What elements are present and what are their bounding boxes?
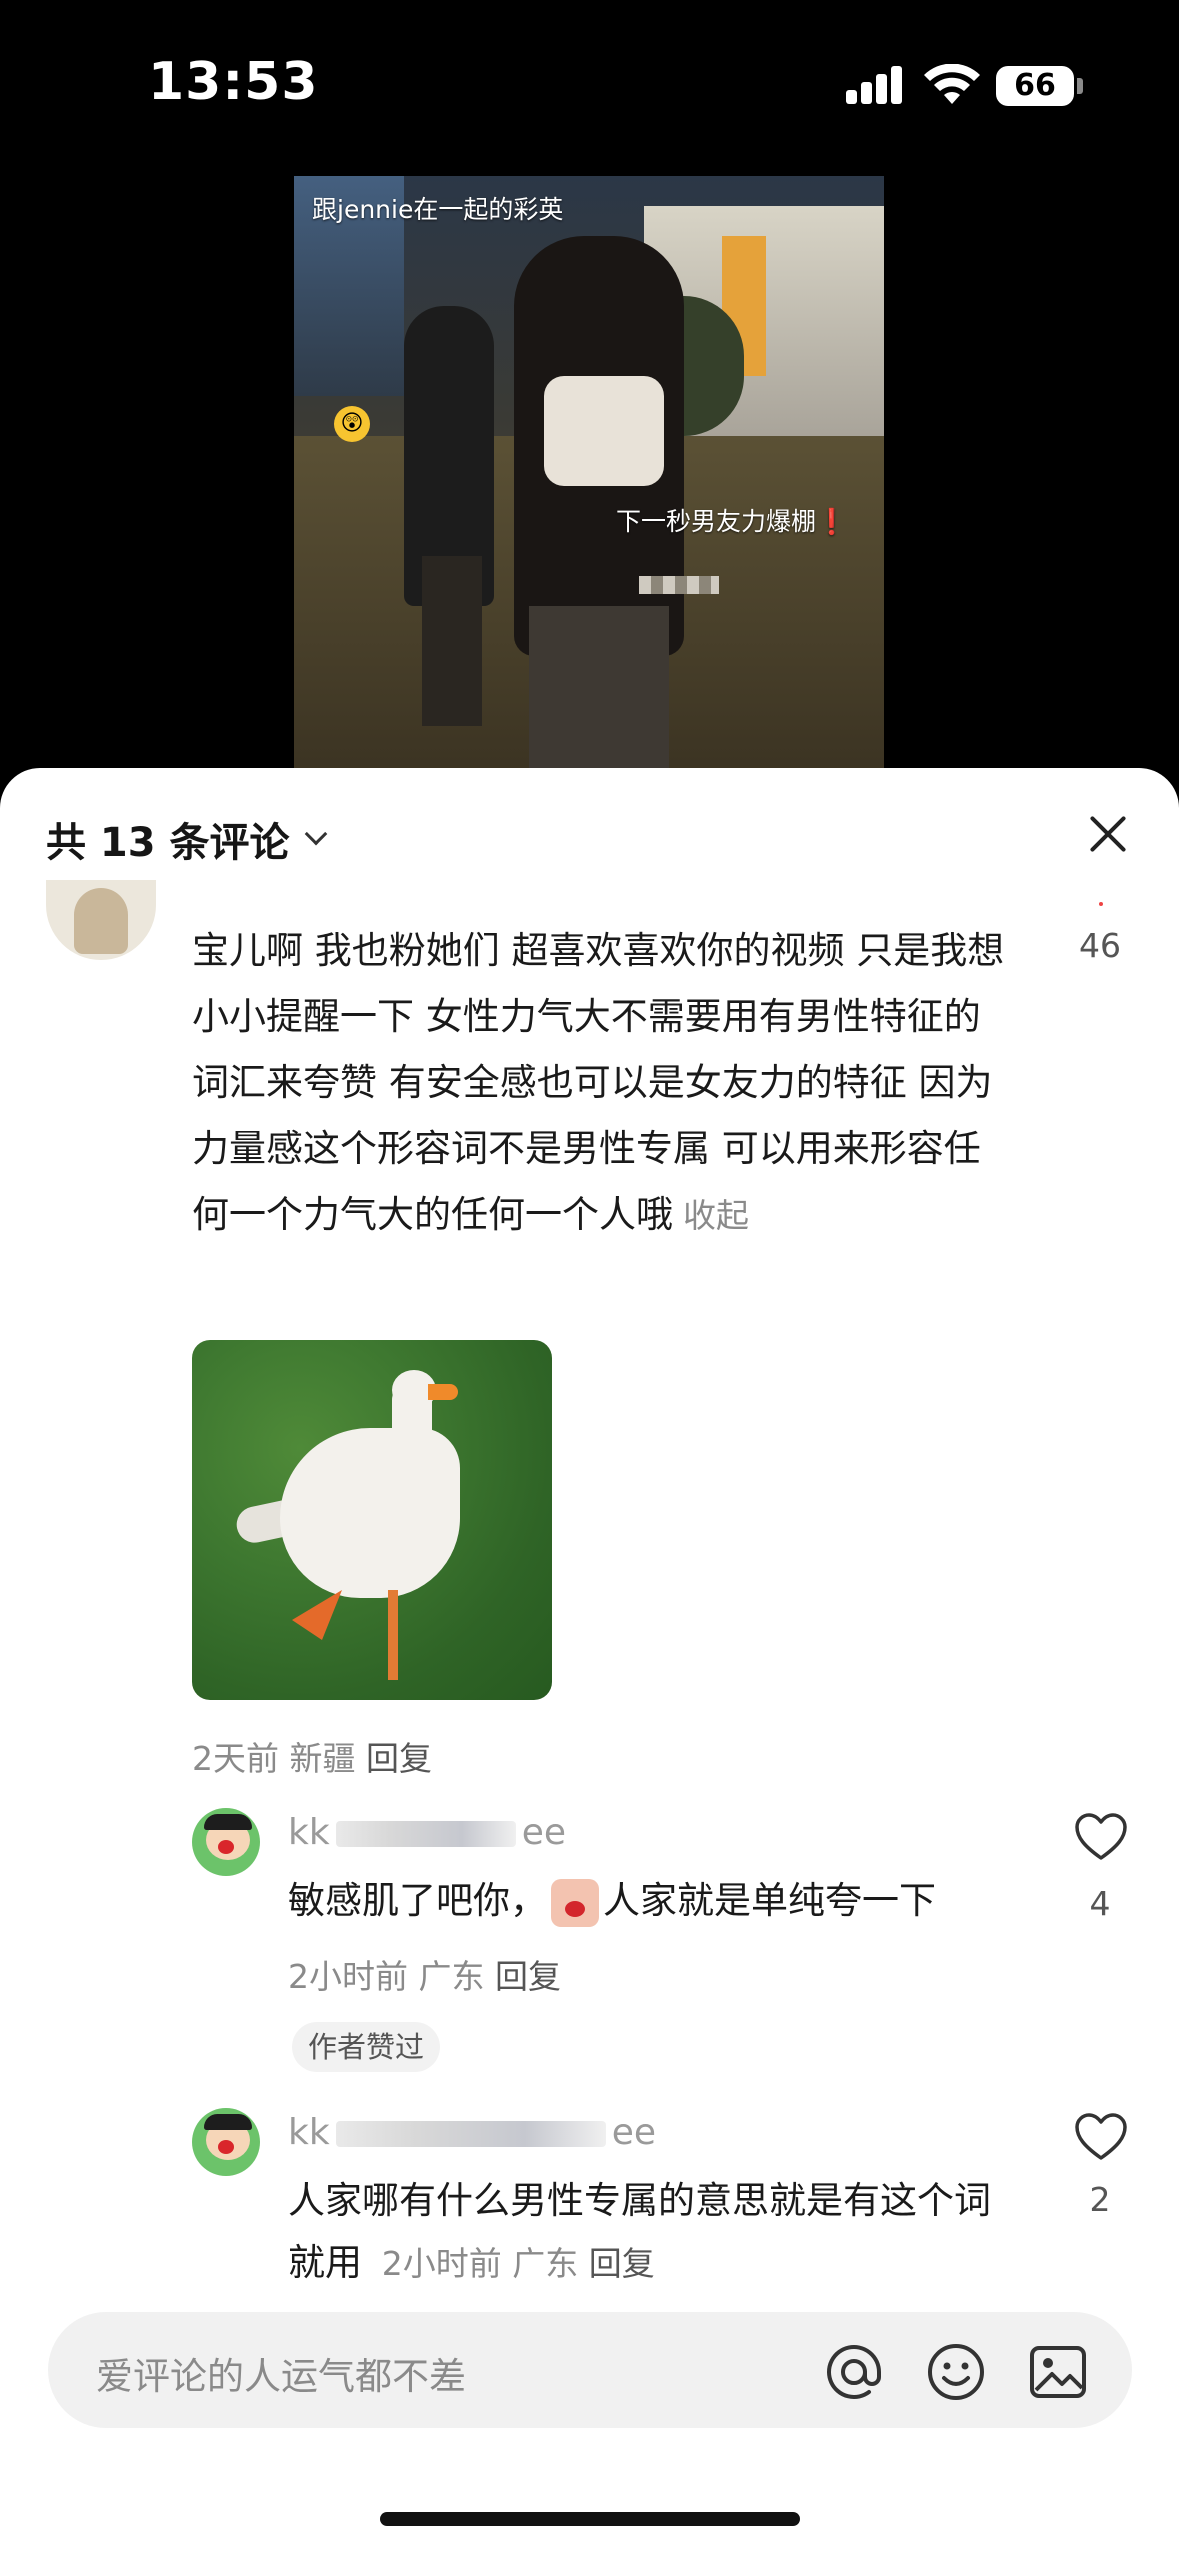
- collapse-link[interactable]: 收起: [683, 1196, 749, 1235]
- image-icon[interactable]: [1028, 2342, 1088, 2402]
- comment-input-placeholder: 爱评论的人运气都不差: [96, 2355, 466, 2398]
- username-blur: [335, 2121, 606, 2147]
- close-icon[interactable]: [1082, 808, 1134, 860]
- comment-meta: 2天前 新疆 回复: [192, 1732, 432, 1780]
- author-liked-badge: 作者赞过: [292, 2022, 441, 2072]
- like-indicator-dot: [1099, 902, 1103, 906]
- username-end: ee: [521, 1812, 566, 1853]
- reply-meta: 2小时前 广东 回复: [288, 1950, 561, 1998]
- goose-beak: [428, 1384, 458, 1400]
- emoji-icon[interactable]: [926, 2342, 986, 2402]
- mosaic-blur: [639, 576, 719, 594]
- reply-text: 人家哪有什么男性专属的意思就是有这个词就用 2小时前 广东 回复: [288, 2170, 1018, 2295]
- surprised-emoji-icon: 😲: [334, 406, 370, 442]
- comment-image[interactable]: [192, 1340, 552, 1700]
- reply-location: 广东: [418, 1957, 485, 1996]
- avatar-hair: [204, 1814, 252, 1830]
- avatar[interactable]: [192, 1808, 260, 1876]
- avatar[interactable]: [192, 2108, 260, 2176]
- heart-icon[interactable]: [1074, 2112, 1128, 2162]
- comment-body: 宝儿啊 我也粉她们 超喜欢喜欢你的视频 只是我想小小提醒一下 女性力气大不需要用…: [192, 929, 1005, 1236]
- reply-button[interactable]: 回复: [589, 2244, 655, 2283]
- signal-icon: [846, 64, 906, 104]
- crying-emoji-icon: [551, 1878, 599, 1927]
- reply-time: 2小时前: [381, 2244, 502, 2283]
- reply-username[interactable]: kk ee: [288, 1812, 566, 1853]
- avatar-hair: [204, 2114, 252, 2130]
- avatar-mouth: [218, 1840, 234, 1854]
- battery-nub: [1077, 78, 1083, 94]
- reply-time: 2小时前: [288, 1957, 408, 1996]
- goose-body: [280, 1428, 460, 1598]
- username-blur: [335, 1821, 516, 1847]
- video-player[interactable]: 😲 跟jennie在一起的彩英 下一秒男友力爆棚❗: [294, 176, 884, 776]
- goose-foot: [292, 1590, 342, 1640]
- reply-location: 广东: [512, 2244, 579, 2283]
- at-icon[interactable]: [824, 2342, 884, 2402]
- battery-indicator: 66: [996, 66, 1074, 106]
- like-count: 4: [1089, 1884, 1111, 1923]
- video-caption-top: 跟jennie在一起的彩英: [312, 195, 564, 224]
- reply-username[interactable]: kk ee: [288, 2112, 656, 2153]
- status-bar: 13:53 66: [0, 0, 1179, 170]
- video-caption-mid: 下一秒男友力爆棚❗: [616, 507, 848, 536]
- goose-leg: [388, 1590, 398, 1680]
- video-person-top: [544, 376, 664, 486]
- home-indicator[interactable]: [380, 2512, 800, 2526]
- comment-text: 宝儿啊 我也粉她们 超喜欢喜欢你的视频 只是我想小小提醒一下 女性力气大不需要用…: [192, 918, 1012, 1249]
- comment-location: 新疆: [289, 1739, 356, 1778]
- username-start: kk: [288, 1812, 330, 1853]
- username-start: kk: [288, 2112, 330, 2153]
- comment-input[interactable]: 爱评论的人运气都不差: [48, 2312, 1132, 2428]
- heart-icon[interactable]: [1074, 1812, 1128, 1862]
- comment-time: 2天前: [192, 1739, 279, 1778]
- reply-button[interactable]: 回复: [366, 1739, 432, 1778]
- reply-text: 敏感肌了吧你， 人家就是单纯夸一下: [288, 1870, 936, 1932]
- video-person-legs: [529, 606, 669, 776]
- reply-text-part: 人家就是单纯夸一下: [603, 1879, 936, 1922]
- reply-button[interactable]: 回复: [495, 1957, 561, 1996]
- video-person-legs: [422, 556, 482, 726]
- status-time: 13:53: [148, 52, 319, 112]
- reply-meta: 2小时前 广东 回复: [382, 2244, 655, 2283]
- wifi-icon: [924, 64, 980, 104]
- like-count: 46: [1079, 926, 1121, 965]
- comment-count-title[interactable]: 共 13 条评论: [46, 810, 290, 868]
- like-count: 2: [1089, 2180, 1111, 2219]
- username-end: ee: [611, 2112, 656, 2153]
- avatar-mouth: [218, 2140, 234, 2154]
- reply-text-part: 敏感肌了吧你，: [288, 1879, 547, 1922]
